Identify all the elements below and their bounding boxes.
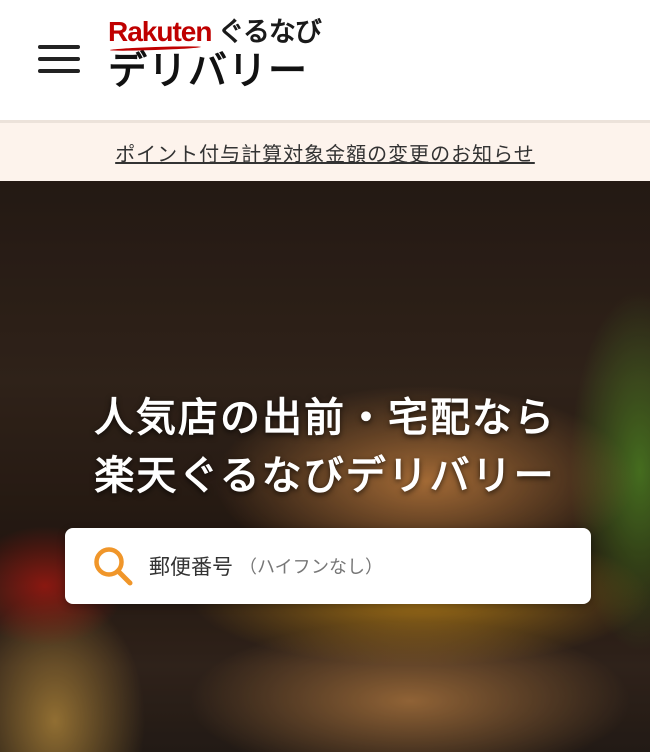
logo-delivery: デリバリー: [108, 49, 309, 94]
app-header: Rakuten ぐるなび デリバリー: [0, 0, 650, 120]
site-logo[interactable]: Rakuten ぐるなび デリバリー: [108, 16, 322, 94]
menu-bar: [38, 57, 80, 61]
notice-bar: ポイント付与計算対象金額の変更のお知らせ: [0, 120, 650, 181]
logo-rakuten: Rakuten: [108, 16, 212, 47]
hero-title-line2: 楽天ぐるなびデリバリー: [94, 453, 556, 499]
menu-bar: [38, 45, 80, 49]
menu-bar: [38, 69, 80, 73]
notice-link[interactable]: ポイント付与計算対象金額の変更のお知らせ: [115, 138, 535, 167]
logo-gurunavi: ぐるなび: [217, 17, 321, 48]
logo-brand-line: Rakuten ぐるなび: [108, 16, 322, 48]
postal-code-search-box[interactable]: 郵便番号 （ハイフンなし）: [65, 528, 591, 604]
hero-title-line1: 人気店の出前・宅配なら: [94, 395, 556, 441]
search-icon: [94, 547, 133, 586]
search-placeholder-main: 郵便番号: [149, 555, 233, 579]
hamburger-menu-icon[interactable]: [38, 40, 82, 76]
search-placeholder-sub: （ハイフンなし）: [239, 557, 383, 578]
hero-banner: 人気店の出前・宅配なら 楽天ぐるなびデリバリー 郵便番号 （ハイフンなし）: [0, 181, 650, 752]
hero-title: 人気店の出前・宅配なら 楽天ぐるなびデリバリー: [0, 389, 650, 505]
